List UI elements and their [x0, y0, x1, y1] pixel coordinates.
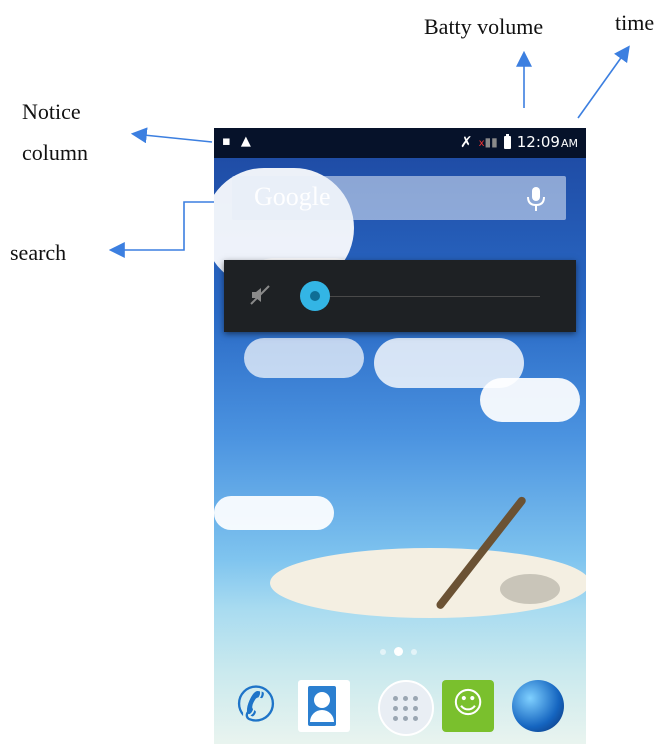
mute-icon: ✗ [460, 133, 473, 151]
image-icon: ▪ [222, 134, 231, 149]
signal-icon: x▮▮ [478, 135, 498, 149]
cloud [214, 496, 334, 530]
phone-icon[interactable]: ✆ [230, 680, 282, 732]
warning-icon: ▲ [240, 134, 251, 149]
volume-slider-track[interactable] [314, 296, 540, 297]
google-search-bar[interactable]: Google [232, 176, 566, 220]
mic-icon[interactable] [522, 185, 550, 213]
status-time: 12:09AM [516, 133, 578, 151]
volume-slider-knob[interactable] [300, 281, 330, 311]
contacts-icon[interactable] [298, 680, 350, 732]
browser-icon[interactable] [512, 680, 564, 732]
status-ampm: AM [560, 137, 578, 150]
app-dock: ✆ ☺ [214, 676, 586, 744]
arrow-notice [130, 127, 213, 144]
palm-shadow [500, 574, 560, 604]
status-right: ✗ x▮▮ 12:09AM [460, 133, 578, 151]
page-dot [411, 648, 417, 655]
speaker-muted-icon[interactable] [248, 283, 272, 307]
messaging-icon[interactable]: ☺ [442, 680, 494, 732]
apps-drawer-icon[interactable] [378, 680, 434, 736]
status-bar[interactable]: ▪ ▲ ✗ x▮▮ 12:09AM [214, 128, 586, 158]
google-logo: Google [254, 182, 331, 211]
page-indicator [380, 647, 417, 656]
page-dot [380, 648, 386, 655]
page-dot-active [394, 647, 403, 656]
phone-screen: ▪ ▲ ✗ x▮▮ 12:09AM Google ✆ ☺ [214, 128, 586, 744]
battery-icon [503, 133, 511, 149]
cloud [480, 378, 580, 422]
notification-icons: ▪ ▲ [222, 134, 261, 149]
cloud [244, 338, 364, 378]
volume-panel[interactable] [224, 260, 576, 332]
arrow-time [577, 45, 630, 119]
